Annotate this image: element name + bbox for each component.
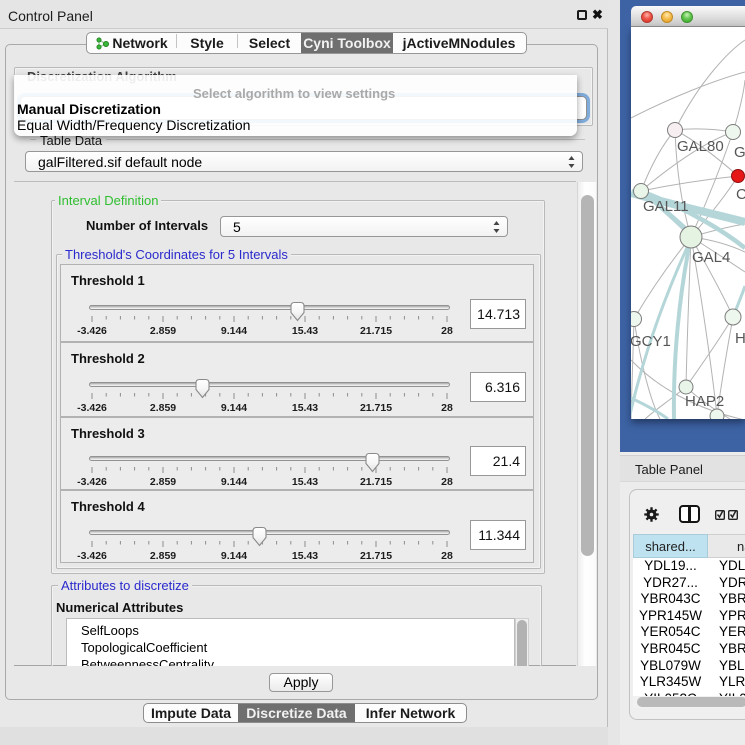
svg-text:C: C	[736, 186, 745, 203]
svg-text:GAL80: GAL80	[677, 138, 724, 155]
svg-text:HAP2: HAP2	[685, 393, 724, 410]
svg-text:H: H	[735, 330, 745, 347]
svg-text:GA: GA	[734, 144, 745, 161]
svg-text:GAL11: GAL11	[643, 198, 689, 215]
svg-text:GAL4: GAL4	[692, 249, 730, 266]
svg-text:GCY1: GCY1	[631, 333, 671, 350]
